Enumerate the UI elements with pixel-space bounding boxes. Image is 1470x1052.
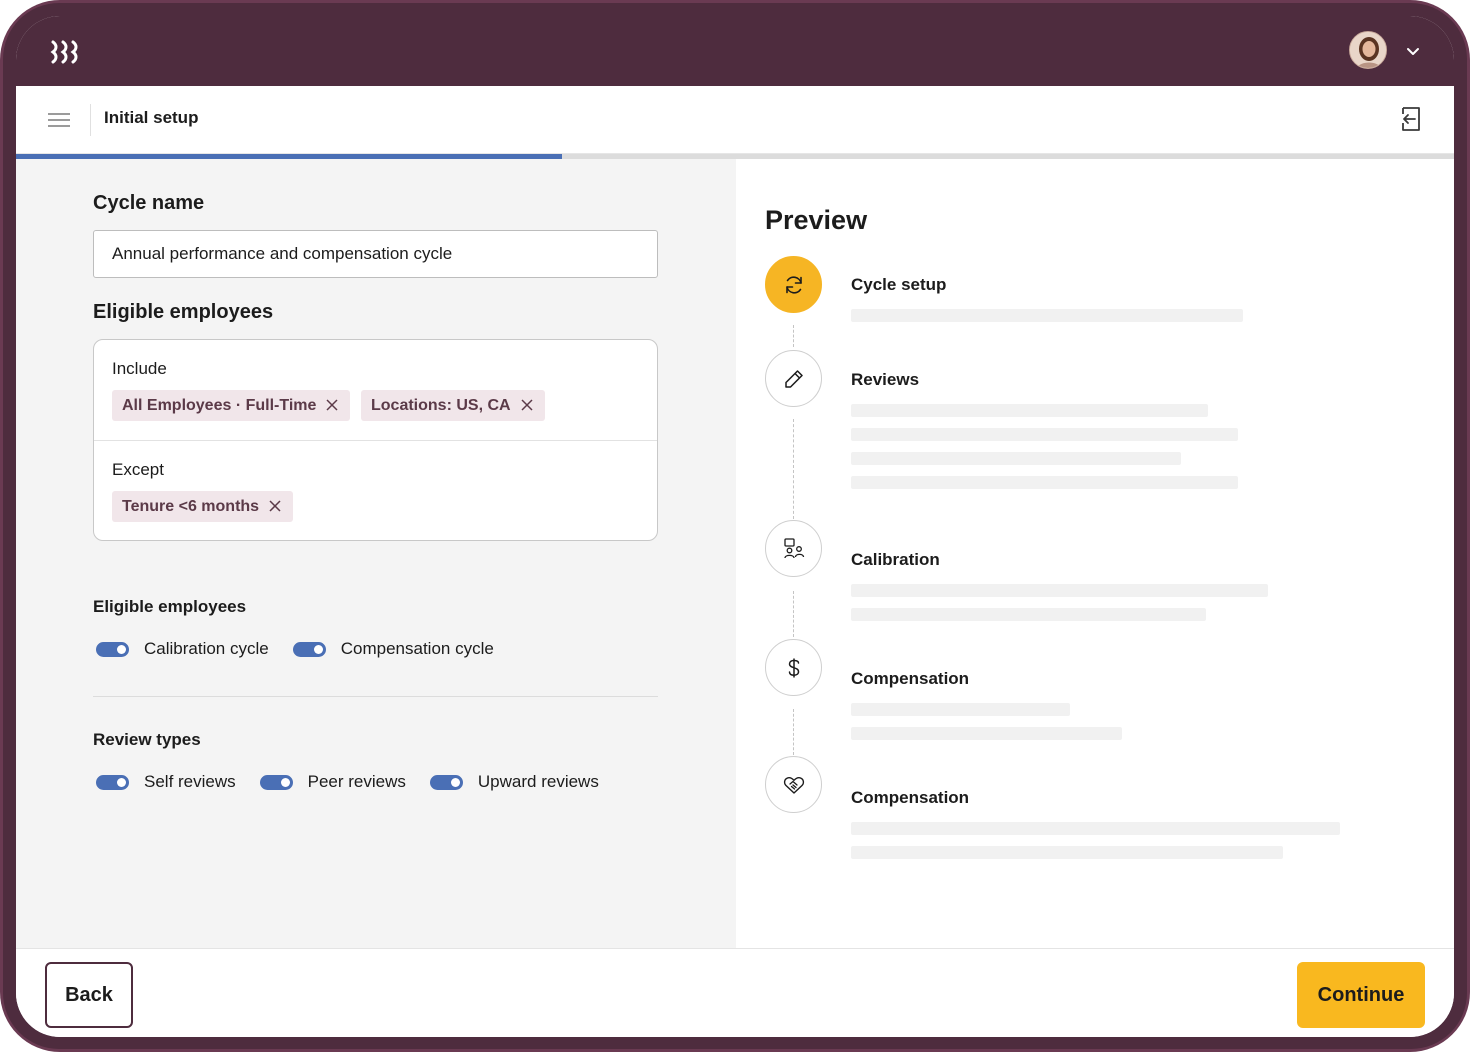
skeleton-line xyxy=(851,309,1243,322)
chip-label: Tenure <6 months xyxy=(122,498,260,515)
skeleton-line xyxy=(851,727,1122,740)
step-label: Compensation xyxy=(851,669,970,688)
peer-reviews-toggle[interactable]: Peer reviews xyxy=(259,772,406,792)
skeleton-line xyxy=(851,404,1208,417)
toggle-switch[interactable] xyxy=(429,774,463,790)
step-label: Calibration xyxy=(851,550,940,569)
rippling-logo-icon[interactable] xyxy=(50,40,82,64)
compensation-step xyxy=(765,639,822,696)
back-button[interactable]: Back xyxy=(45,962,133,1028)
eligible-toggles: Calibration cycle Compensation cycle xyxy=(96,637,518,661)
cycle-name-label: Cycle name xyxy=(93,192,205,214)
preview-panel: Preview Cycle setup Reviews Calibration … xyxy=(736,159,1454,948)
step-connector xyxy=(793,591,794,637)
include-label: Include xyxy=(112,359,167,378)
skeleton-line xyxy=(851,822,1340,835)
step-connector xyxy=(793,325,794,347)
setup-form: Cycle name Eligible employees Include Al… xyxy=(16,159,736,948)
toggle-label: Calibration cycle xyxy=(144,639,269,658)
skeleton-line xyxy=(851,608,1206,621)
toggle-label: Peer reviews xyxy=(307,772,406,791)
include-chip[interactable]: All Employees · Full-Time xyxy=(112,390,351,421)
app-screen: Initial setup Cycle name Eligible employ… xyxy=(16,16,1454,1037)
calibration-step xyxy=(765,520,822,577)
page-header: Initial setup xyxy=(16,86,1454,154)
step-label: Cycle setup xyxy=(851,275,947,294)
chip-label: All Employees · Full-Time xyxy=(122,397,317,414)
skeleton-line xyxy=(851,428,1238,441)
pencil-icon xyxy=(784,369,803,388)
include-chip[interactable]: Locations: US, CA xyxy=(361,390,545,421)
eligible-toggles-title: Eligible employees xyxy=(93,597,247,616)
toggle-switch[interactable] xyxy=(96,641,129,657)
footer-bar: Back Continue xyxy=(16,948,1454,1037)
user-avatar[interactable] xyxy=(1349,31,1387,69)
toggle-switch[interactable] xyxy=(96,774,129,790)
avatar-image xyxy=(1350,32,1386,68)
device-frame: Initial setup Cycle name Eligible employ… xyxy=(0,0,1470,1052)
upward-reviews-toggle[interactable]: Upward reviews xyxy=(429,772,599,792)
step-label: Compensation xyxy=(851,788,970,807)
cycle-name-input[interactable] xyxy=(93,230,658,278)
exit-icon[interactable] xyxy=(1398,106,1424,132)
top-bar xyxy=(16,16,1454,86)
review-types-title: Review types xyxy=(93,730,201,749)
skeleton-line xyxy=(851,703,1070,716)
toggle-label: Compensation cycle xyxy=(340,639,494,658)
continue-button[interactable]: Continue xyxy=(1297,962,1425,1028)
skeleton-line xyxy=(851,846,1283,859)
close-icon[interactable] xyxy=(521,399,533,411)
close-icon[interactable] xyxy=(269,500,281,512)
chevron-down-icon[interactable] xyxy=(1406,44,1420,58)
dollar-icon xyxy=(788,658,799,677)
skeleton-line xyxy=(851,452,1181,465)
except-chip[interactable]: Tenure <6 months xyxy=(112,491,294,522)
step-label: Reviews xyxy=(851,370,920,389)
chip-label: Locations: US, CA xyxy=(371,397,511,414)
reviews-step xyxy=(765,350,822,407)
compensation-benefits-step xyxy=(765,756,822,813)
eligibility-filter-card: Include All Employees · Full-Time Locati… xyxy=(93,339,658,541)
calibration-cycle-toggle[interactable]: Calibration cycle xyxy=(96,639,269,659)
header-divider xyxy=(90,104,91,136)
toggle-label: Self reviews xyxy=(144,772,236,791)
skeleton-line xyxy=(851,584,1268,597)
except-label: Except xyxy=(112,460,164,479)
include-row: Include All Employees · Full-Time Locati… xyxy=(94,340,657,440)
compensation-cycle-toggle[interactable]: Compensation cycle xyxy=(292,639,494,659)
self-reviews-toggle[interactable]: Self reviews xyxy=(96,772,236,792)
step-connector xyxy=(793,709,794,755)
preview-title: Preview xyxy=(765,205,868,235)
skeleton-line xyxy=(851,476,1238,489)
handshake-heart-icon xyxy=(783,776,804,794)
review-type-toggles: Self reviews Peer reviews Upward reviews xyxy=(96,770,623,794)
toggle-label: Upward reviews xyxy=(477,772,599,791)
except-row: Except Tenure <6 months xyxy=(94,440,657,540)
menu-icon[interactable] xyxy=(47,111,71,129)
toggle-switch[interactable] xyxy=(292,641,326,657)
people-icon xyxy=(783,537,804,558)
device-bezel: Initial setup Cycle name Eligible employ… xyxy=(3,3,1467,1049)
toggle-switch[interactable] xyxy=(259,774,293,790)
page-title: Initial setup xyxy=(104,108,199,127)
step-connector xyxy=(793,419,794,519)
refresh-icon xyxy=(785,275,802,294)
eligible-employees-title: Eligible employees xyxy=(93,301,274,323)
close-icon[interactable] xyxy=(326,399,338,411)
section-divider xyxy=(93,696,658,697)
cycle-setup-step xyxy=(765,256,822,313)
